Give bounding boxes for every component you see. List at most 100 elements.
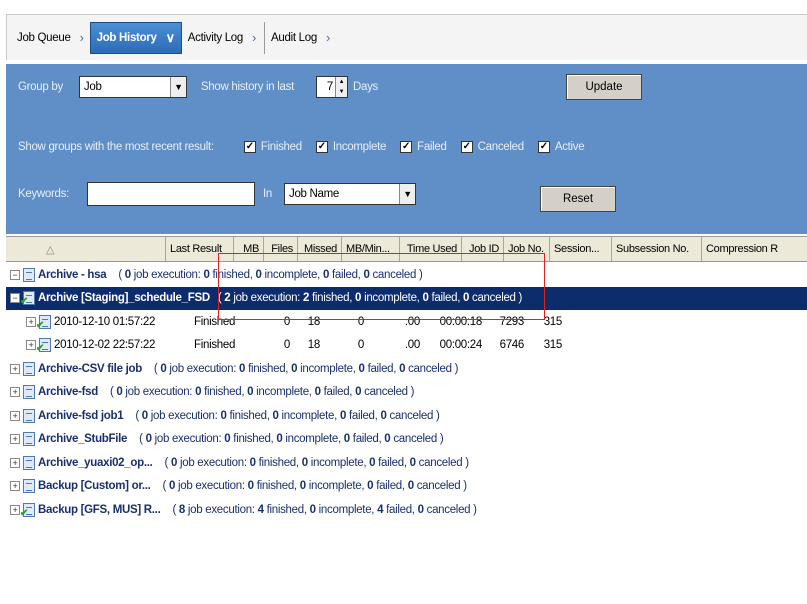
- column-mb[interactable]: MB: [234, 237, 264, 261]
- execution-summary: ( 8 job execution: 4 finished, 0 incompl…: [172, 503, 477, 516]
- column-job-no[interactable]: Job No.: [504, 237, 550, 261]
- expand-toggle-icon[interactable]: +: [10, 434, 20, 445]
- checkbox-label: Canceled: [477, 141, 525, 153]
- sort-arrow-icon: △: [46, 243, 55, 256]
- expand-toggle-icon[interactable]: +: [26, 340, 36, 351]
- expand-toggle-icon[interactable]: −: [10, 269, 20, 280]
- files-value: 18: [307, 315, 321, 328]
- column-last-result[interactable]: Last Result: [166, 237, 234, 261]
- expand-toggle-icon[interactable]: −: [10, 293, 20, 304]
- tab-audit-log[interactable]: Audit Log ›: [264, 21, 336, 54]
- column-job-id[interactable]: Job ID: [462, 237, 504, 261]
- job-group-row[interactable]: + Archive-fsd job1 ( 0 job execution: 0 fi…: [6, 404, 807, 428]
- job-group-row[interactable]: + Backup [Custom] or... ( 0 job execution:…: [6, 475, 807, 499]
- execution-summary: ( 0 job execution: 0 finished, 0 incompl…: [118, 268, 423, 281]
- job-execution-row[interactable]: +2010-12-02 22:57:22 Finished 0 18 0 .00 00:00…: [6, 334, 807, 358]
- check-icon: ✓: [400, 141, 413, 153]
- job-execution-row[interactable]: +2010-12-10 01:57:22 Finished 0 18 0 .00 00:00…: [6, 310, 807, 334]
- mb-min-value: .00: [404, 315, 420, 328]
- job-name: Archive-fsd job1: [38, 409, 124, 422]
- job-group-row[interactable]: − Archive - hsa ( 0 job execution: 0 finis…: [6, 263, 807, 287]
- expand-toggle-icon[interactable]: +: [10, 410, 20, 421]
- finished-checkbox[interactable]: ✓ Finished: [243, 141, 302, 153]
- failed-checkbox[interactable]: ✓ Failed: [400, 141, 447, 153]
- update-button[interactable]: Update: [566, 74, 642, 100]
- missed-value: 0: [357, 339, 364, 352]
- job-document-icon: [23, 479, 35, 494]
- execution-date: 2010-12-02 22:57:22: [54, 339, 156, 352]
- job-group-row[interactable]: + Archive-fsd ( 0 job execution: 0 finishe…: [6, 381, 807, 405]
- job-name: Backup [Custom] or...: [38, 480, 151, 493]
- job-group-row[interactable]: − Archive [Staging]_schedule_FSD ( 2 job e…: [6, 286, 807, 310]
- job-no-value: 315: [543, 339, 563, 352]
- tab-label: Job Queue: [17, 31, 71, 44]
- job-name: Archive-fsd: [38, 386, 98, 399]
- recent-result-label: Show groups with the most recent result:: [18, 141, 214, 153]
- job-group-row[interactable]: + Backup [GFS, MUS] R... ( 8 job execution…: [6, 498, 807, 522]
- execution-summary: ( 2 job execution: 2 finished, 0 incompl…: [217, 292, 523, 305]
- column-missed[interactable]: Missed: [298, 237, 342, 261]
- job-no-value: 315: [543, 315, 563, 328]
- keywords-label: Keywords:: [18, 188, 69, 200]
- column-compression[interactable]: Compression R: [702, 237, 807, 261]
- chevron-right-icon: ›: [79, 30, 84, 45]
- job-success-icon: [36, 314, 51, 331]
- job-group-row[interactable]: + Archive_yuaxi02_op... ( 0 job execution:…: [6, 451, 807, 475]
- search-field-select[interactable]: Job Name ▼: [284, 183, 416, 205]
- execution-summary: ( 0 job execution: 0 finished, 0 incompl…: [164, 456, 470, 469]
- days-label: Days: [352, 81, 378, 93]
- reset-button[interactable]: Reset: [540, 186, 616, 212]
- sort-column-header[interactable]: △: [6, 237, 166, 261]
- tab-job-queue[interactable]: Job Queue ›: [11, 22, 90, 54]
- tab-job-history[interactable]: Job History ∨: [89, 21, 182, 54]
- keywords-input[interactable]: [87, 182, 255, 206]
- expand-toggle-icon[interactable]: +: [10, 363, 20, 374]
- active-checkbox[interactable]: ✓ Active: [537, 141, 585, 153]
- canceled-checkbox[interactable]: ✓ Canceled: [460, 141, 525, 153]
- execution-summary: ( 0 job execution: 0 finished, 0 incompl…: [139, 433, 444, 446]
- job-document-icon: [23, 455, 35, 470]
- expand-toggle-icon[interactable]: +: [10, 481, 20, 492]
- grid-header: △ Last Result MB Files Missed MB/Min... …: [6, 236, 807, 262]
- execution-summary: ( 0 job execution: 0 finished, 0 incompl…: [153, 362, 459, 375]
- days-spinner[interactable]: 7 ▲ ▼: [315, 76, 348, 98]
- job-document-icon: [23, 361, 35, 376]
- column-subsession-no[interactable]: Subsession No.: [612, 237, 702, 261]
- time-used-value: 00:00:24: [439, 339, 483, 352]
- execution-summary: ( 0 job execution: 0 finished, 0 incompl…: [162, 480, 468, 493]
- job-id-value: 7293: [499, 315, 525, 328]
- expand-toggle-icon[interactable]: +: [10, 457, 20, 468]
- column-mb-min[interactable]: MB/Min...: [342, 237, 400, 261]
- expand-toggle-icon[interactable]: +: [10, 387, 20, 398]
- job-group-row[interactable]: + Archive_StubFile ( 0 job execution: 0 fi…: [6, 428, 807, 452]
- column-time-used[interactable]: Time Used: [400, 237, 462, 261]
- incomplete-checkbox[interactable]: ✓ Incomplete: [315, 141, 387, 153]
- column-session[interactable]: Session...: [550, 237, 612, 261]
- checkbox-label: Incomplete: [332, 141, 387, 153]
- files-value: 18: [307, 339, 321, 352]
- spinner-arrows-icon[interactable]: ▲ ▼: [334, 77, 347, 97]
- job-document-icon: [23, 267, 35, 282]
- dropdown-arrow-icon: ▼: [169, 77, 186, 97]
- job-name: Archive-CSV file job: [38, 362, 142, 375]
- mb-value: 0: [283, 315, 290, 328]
- column-files[interactable]: Files: [264, 237, 298, 261]
- chevron-right-icon: ›: [325, 30, 330, 45]
- tab-bar: Job Queue › Job History ∨ Activity Log › Au…: [6, 14, 807, 60]
- check-icon: ✓: [243, 141, 256, 153]
- last-result: Finished: [194, 339, 236, 352]
- tab-activity-log[interactable]: Activity Log ›: [182, 22, 262, 54]
- job-document-icon: [23, 408, 35, 423]
- group-by-select[interactable]: Job ▼: [78, 76, 187, 98]
- chevron-right-icon: ›: [252, 30, 257, 45]
- job-name: Backup [GFS, MUS] R...: [38, 503, 161, 516]
- expand-toggle-icon[interactable]: +: [10, 504, 20, 515]
- dropdown-arrow-icon: ▼: [399, 184, 415, 204]
- job-group-row[interactable]: + Archive-CSV file job ( 0 job execution: …: [6, 357, 807, 381]
- expand-toggle-icon[interactable]: +: [26, 316, 36, 327]
- execution-date: 2010-12-10 01:57:22: [54, 315, 156, 328]
- tab-label: Job History: [96, 31, 157, 44]
- group-by-value: Job: [83, 81, 102, 93]
- job-document-icon: [23, 432, 35, 447]
- checkbox-label: Finished: [260, 141, 302, 153]
